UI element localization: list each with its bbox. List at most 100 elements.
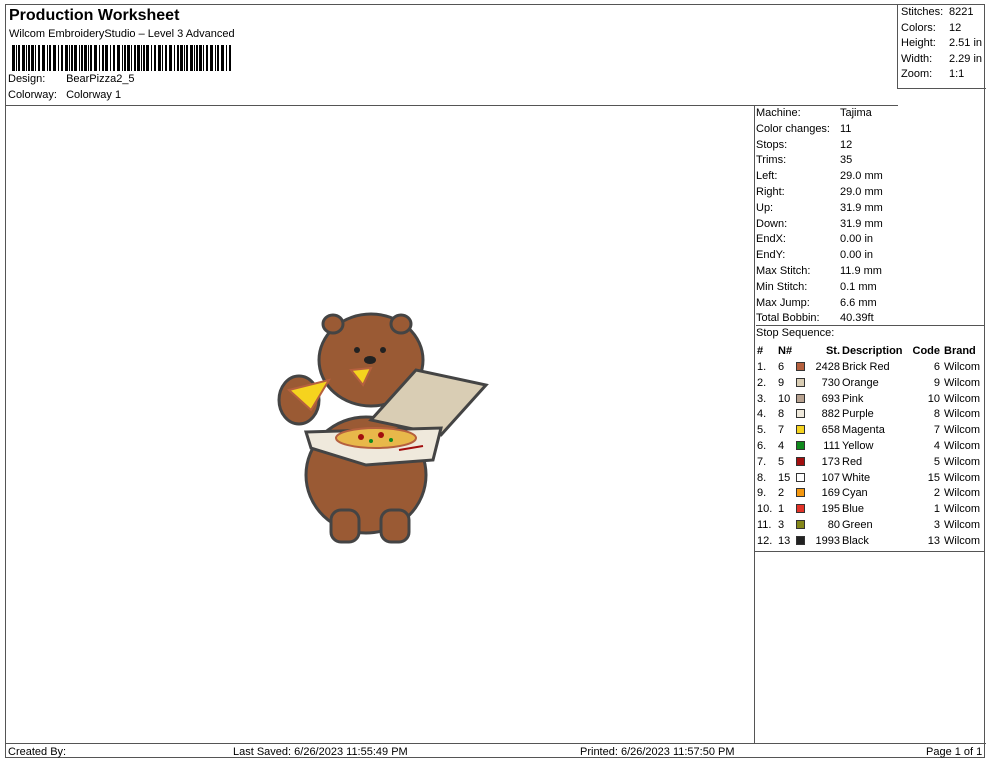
machine-info-value: 40.39ft (840, 312, 874, 325)
stop-sequence-row: 9. 2 169 Cyan 2 Wilcom (754, 485, 985, 501)
color-swatch (796, 488, 805, 498)
color-code: 7 (933, 424, 940, 437)
machine-info-value: 31.9 mm (840, 201, 883, 214)
machine-info-label: Up: (756, 201, 774, 214)
color-code: 6 (933, 361, 940, 373)
design-row: Design: BearPizza2_5 (8, 73, 135, 85)
barcode-bar (16, 45, 17, 71)
barcode-bar (180, 45, 183, 71)
color-code: 4 (933, 440, 940, 452)
color-swatch (796, 472, 805, 482)
machine-info-value: 6.6 mm (840, 296, 877, 309)
barcode-bar (65, 45, 68, 71)
color-swatch (796, 456, 805, 466)
summary-row: Stitches: 8221 (901, 6, 987, 18)
barcode-image (12, 45, 231, 71)
header-idx: # (757, 345, 764, 357)
needle-number: 3 (778, 519, 785, 531)
color-description: Magenta (842, 424, 885, 437)
summary-row: Width: 2.29 in (901, 53, 987, 65)
worksheet-footer: Created By: Last Saved: 6/26/2023 11:55:… (6, 743, 986, 760)
design-label: Design: (8, 73, 46, 85)
stop-index: 10. (757, 503, 773, 516)
stop-sequence-row: 12. 13 1993 Black 13 Wilcom (754, 533, 985, 549)
created-by: Created By: (8, 746, 67, 758)
barcode-bar (226, 45, 227, 71)
barcode-bar (58, 45, 59, 71)
machine-info-row: Trims: 35 (756, 152, 852, 168)
barcode-bar (47, 45, 48, 71)
stop-index: 1. (757, 361, 767, 373)
barcode-bar (49, 45, 51, 71)
machine-info-row: Color changes: 11 (756, 121, 851, 137)
barcode-bar (127, 45, 130, 71)
barcode-bar (53, 45, 56, 71)
summary-label: Height: (901, 37, 936, 49)
needle-number: 9 (778, 376, 785, 389)
barcode-bar (94, 45, 97, 71)
color-swatch (796, 362, 805, 371)
barcode-bar (88, 45, 89, 71)
color-code: 9 (933, 376, 940, 389)
machine-info-value: Tajima (840, 107, 872, 119)
machine-info-value: 31.9 mm (840, 217, 883, 230)
summary-row: Zoom: 1:1 (901, 68, 987, 80)
colorway-label: Colorway: (8, 89, 57, 101)
barcode-bar (151, 45, 152, 71)
stop-sequence-row: 4. 8 882 Purple 8 Wilcom (754, 406, 985, 422)
needle-number: 8 (778, 408, 785, 421)
color-swatch (796, 441, 805, 450)
color-swatch (796, 425, 805, 435)
stop-sequence-row: 1. 6 2428 Brick Red 6 Wilcom (754, 359, 985, 375)
software-name: Wilcom EmbroideryStudio – Level 3 Advanc… (9, 28, 235, 40)
machine-info-row: Max Stitch: 11.9 mm (756, 263, 882, 279)
needle-number: 4 (778, 440, 785, 452)
barcode-bar (199, 45, 202, 71)
summary-label: Zoom: (901, 68, 933, 80)
barcode-bar (38, 45, 40, 71)
barcode-bar (177, 45, 179, 71)
summary-value: 12 (949, 21, 962, 34)
color-code: 5 (933, 455, 940, 468)
header-description: Description (842, 345, 903, 357)
needle-number: 15 (778, 471, 791, 484)
machine-info-row: Max Jump: 6.6 mm (756, 295, 877, 311)
stop-index: 11. (757, 519, 772, 531)
barcode-bar (110, 45, 111, 71)
color-code: 15 (927, 471, 940, 484)
barcode-bar (131, 45, 132, 71)
stitch-count: 80 (827, 519, 840, 531)
color-description: Red (842, 455, 863, 468)
thread-brand: Wilcom (944, 534, 981, 547)
bear-pizza-embroidery-image (277, 312, 489, 544)
barcode-bar (206, 45, 208, 71)
machine-info-value: 35 (840, 154, 853, 167)
barcode-bar (165, 45, 167, 71)
stop-index: 3. (757, 392, 767, 405)
machine-info-value: 0.00 in (840, 233, 874, 246)
barcode-bar (26, 45, 27, 71)
machine-info-label: Left: (756, 170, 778, 183)
stitch-count: 693 (821, 392, 840, 405)
stitch-count: 111 (823, 440, 840, 452)
stitch-count: 1993 (815, 534, 840, 547)
design-preview-area (6, 105, 755, 743)
barcode-bar (113, 45, 115, 71)
header-stitches: St. (825, 345, 840, 357)
color-description: Cyan (842, 487, 868, 500)
barcode-bar (117, 45, 120, 71)
color-swatch (796, 377, 805, 387)
barcode-bar (74, 45, 77, 71)
barcode-bar (215, 45, 216, 71)
barcode-bar (18, 45, 20, 71)
machine-info-label: Down: (756, 217, 788, 230)
machine-info-label: Machine: (756, 107, 801, 119)
design-value: BearPizza2_5 (66, 73, 135, 85)
machine-info-value: 11.9 mm (840, 265, 882, 277)
color-description: Blue (842, 503, 865, 516)
stop-sequence-row: 11. 3 80 Green 3 Wilcom (754, 517, 985, 533)
machine-info-row: Left: 29.0 mm (756, 168, 883, 184)
header-needle: N# (778, 345, 793, 357)
machine-info-label: Total Bobbin: (756, 312, 820, 325)
thread-brand: Wilcom (944, 440, 981, 452)
